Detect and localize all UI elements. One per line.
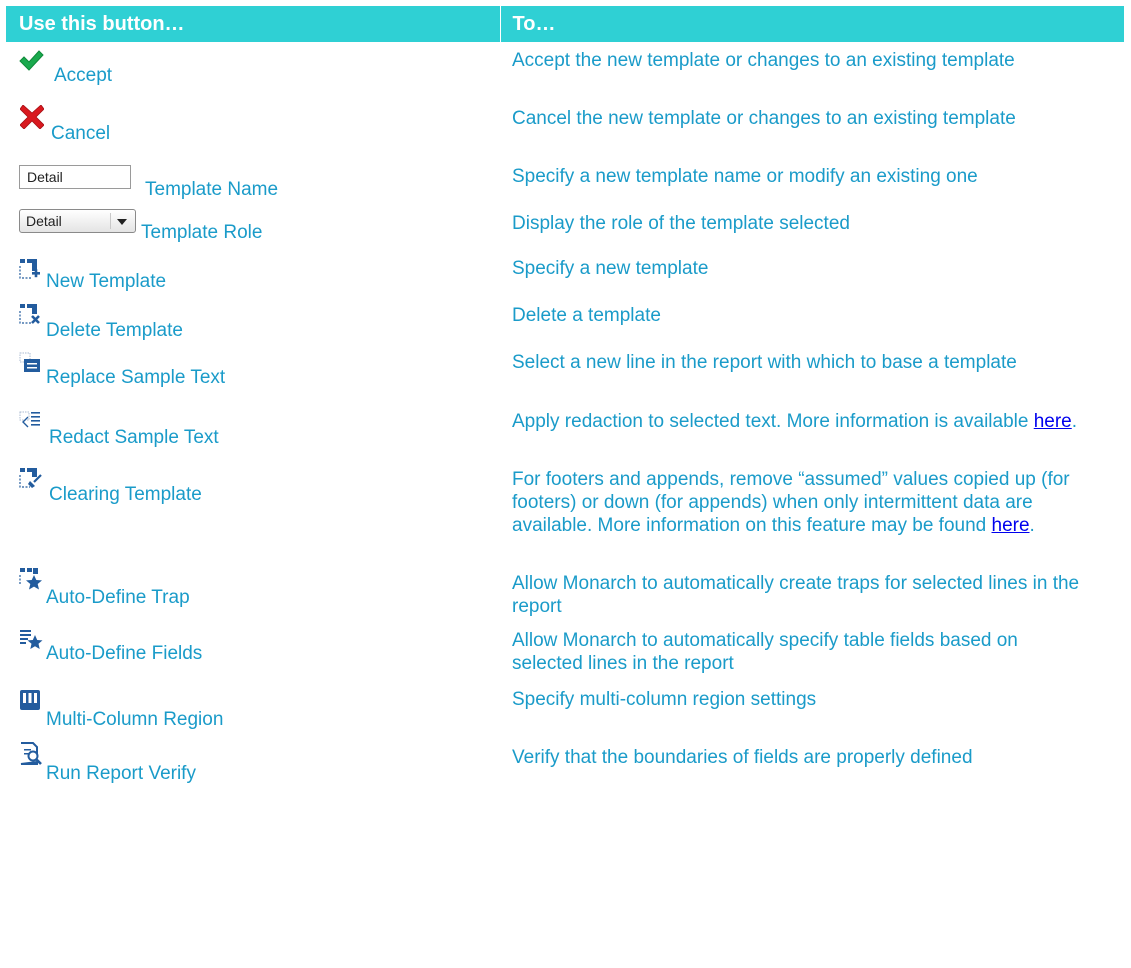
header-to: To… [499, 6, 1124, 42]
table-row: Run Report Verify Verify that the bounda… [6, 739, 1124, 784]
auto-define-trap-icon [19, 568, 42, 590]
row-label: Auto-Define Fields [46, 643, 203, 664]
row-description: Accept the new template or changes to an… [512, 50, 1015, 71]
row-label: Accept [54, 65, 113, 86]
row-description: Allow Monarch to automatically create tr… [512, 573, 1080, 617]
template-role-dropdown[interactable]: Detail [19, 209, 136, 233]
row-description: Delete a template [512, 305, 661, 326]
row-label: Redact Sample Text [49, 427, 219, 448]
row-description: Specify a new template name or modify an… [512, 166, 978, 187]
template-name-field[interactable]: Detail [19, 165, 131, 189]
row-label: Template Name [145, 179, 279, 200]
row-description: Apply redaction to selected text. More i… [512, 411, 1078, 432]
row-description: Display the role of the template selecte… [512, 213, 850, 234]
delete-template-icon [19, 304, 40, 324]
table-row: New Template Specify a new template [6, 250, 1124, 297]
table-row: Auto-Define Fields Allow Monarch to auto… [6, 622, 1124, 681]
row-label: Clearing Template [49, 484, 202, 505]
row-label: Template Role [141, 222, 263, 243]
table-row: Replace Sample Text Select a new line in… [6, 344, 1124, 403]
row-label: New Template [46, 271, 167, 292]
row-description: Allow Monarch to automatically specify t… [512, 630, 1018, 674]
row-description: Specify a new template [512, 258, 709, 279]
table-row: Detail Template Name Specify a new templ… [6, 158, 1124, 205]
row-label: Delete Template [46, 320, 183, 341]
header-use-this-button: Use this button… [6, 6, 500, 42]
row-label: Run Report Verify [46, 763, 196, 784]
table-row: Multi-Column Region Specify multi-column… [6, 681, 1124, 739]
new-template-icon [19, 259, 40, 279]
template-role-value: Detail [26, 213, 62, 229]
multi-column-region-icon [20, 690, 40, 710]
button-reference-table: Use this button… To… Accept Accept the n… [6, 6, 1124, 784]
clearing-template-icon [19, 468, 42, 488]
row-description: Specify multi-column region settings [512, 689, 817, 710]
table-row: Auto-Define Trap Allow Monarch to automa… [6, 565, 1124, 622]
row-label: Replace Sample Text [46, 367, 226, 388]
table-row: Redact Sample Text Apply redaction to se… [6, 403, 1124, 461]
row-description: Select a new line in the report with whi… [512, 352, 1017, 373]
row-label: Auto-Define Trap [46, 587, 190, 608]
row-description: Verify that the boundaries of fields are… [512, 747, 973, 768]
table-row: Cancel Cancel the new template or change… [6, 100, 1124, 158]
replace-sample-text-icon [19, 352, 40, 372]
here-link[interactable]: here [1034, 411, 1072, 432]
table-row: Delete Template Delete a template [6, 297, 1124, 344]
chevron-down-icon [117, 219, 127, 225]
run-report-verify-icon [20, 742, 42, 765]
auto-define-fields-icon [20, 630, 43, 649]
table-row: Accept Accept the new template or change… [6, 42, 1124, 100]
table-row: Clearing Template For footers and append… [6, 461, 1124, 565]
row-label: Multi-Column Region [46, 709, 224, 730]
table-row: Detail Template Role Display the role of… [6, 205, 1124, 250]
table-header-row: Use this button… To… [6, 6, 1124, 42]
x-cross-icon [20, 105, 44, 129]
row-description: Cancel the new template or changes to an… [512, 108, 1016, 129]
row-label: Cancel [51, 123, 111, 144]
checkmark-icon [19, 50, 44, 71]
here-link[interactable]: here [992, 515, 1030, 536]
redact-sample-text-icon [19, 411, 40, 428]
row-description: For footers and appends, remove “assumed… [512, 469, 1070, 536]
